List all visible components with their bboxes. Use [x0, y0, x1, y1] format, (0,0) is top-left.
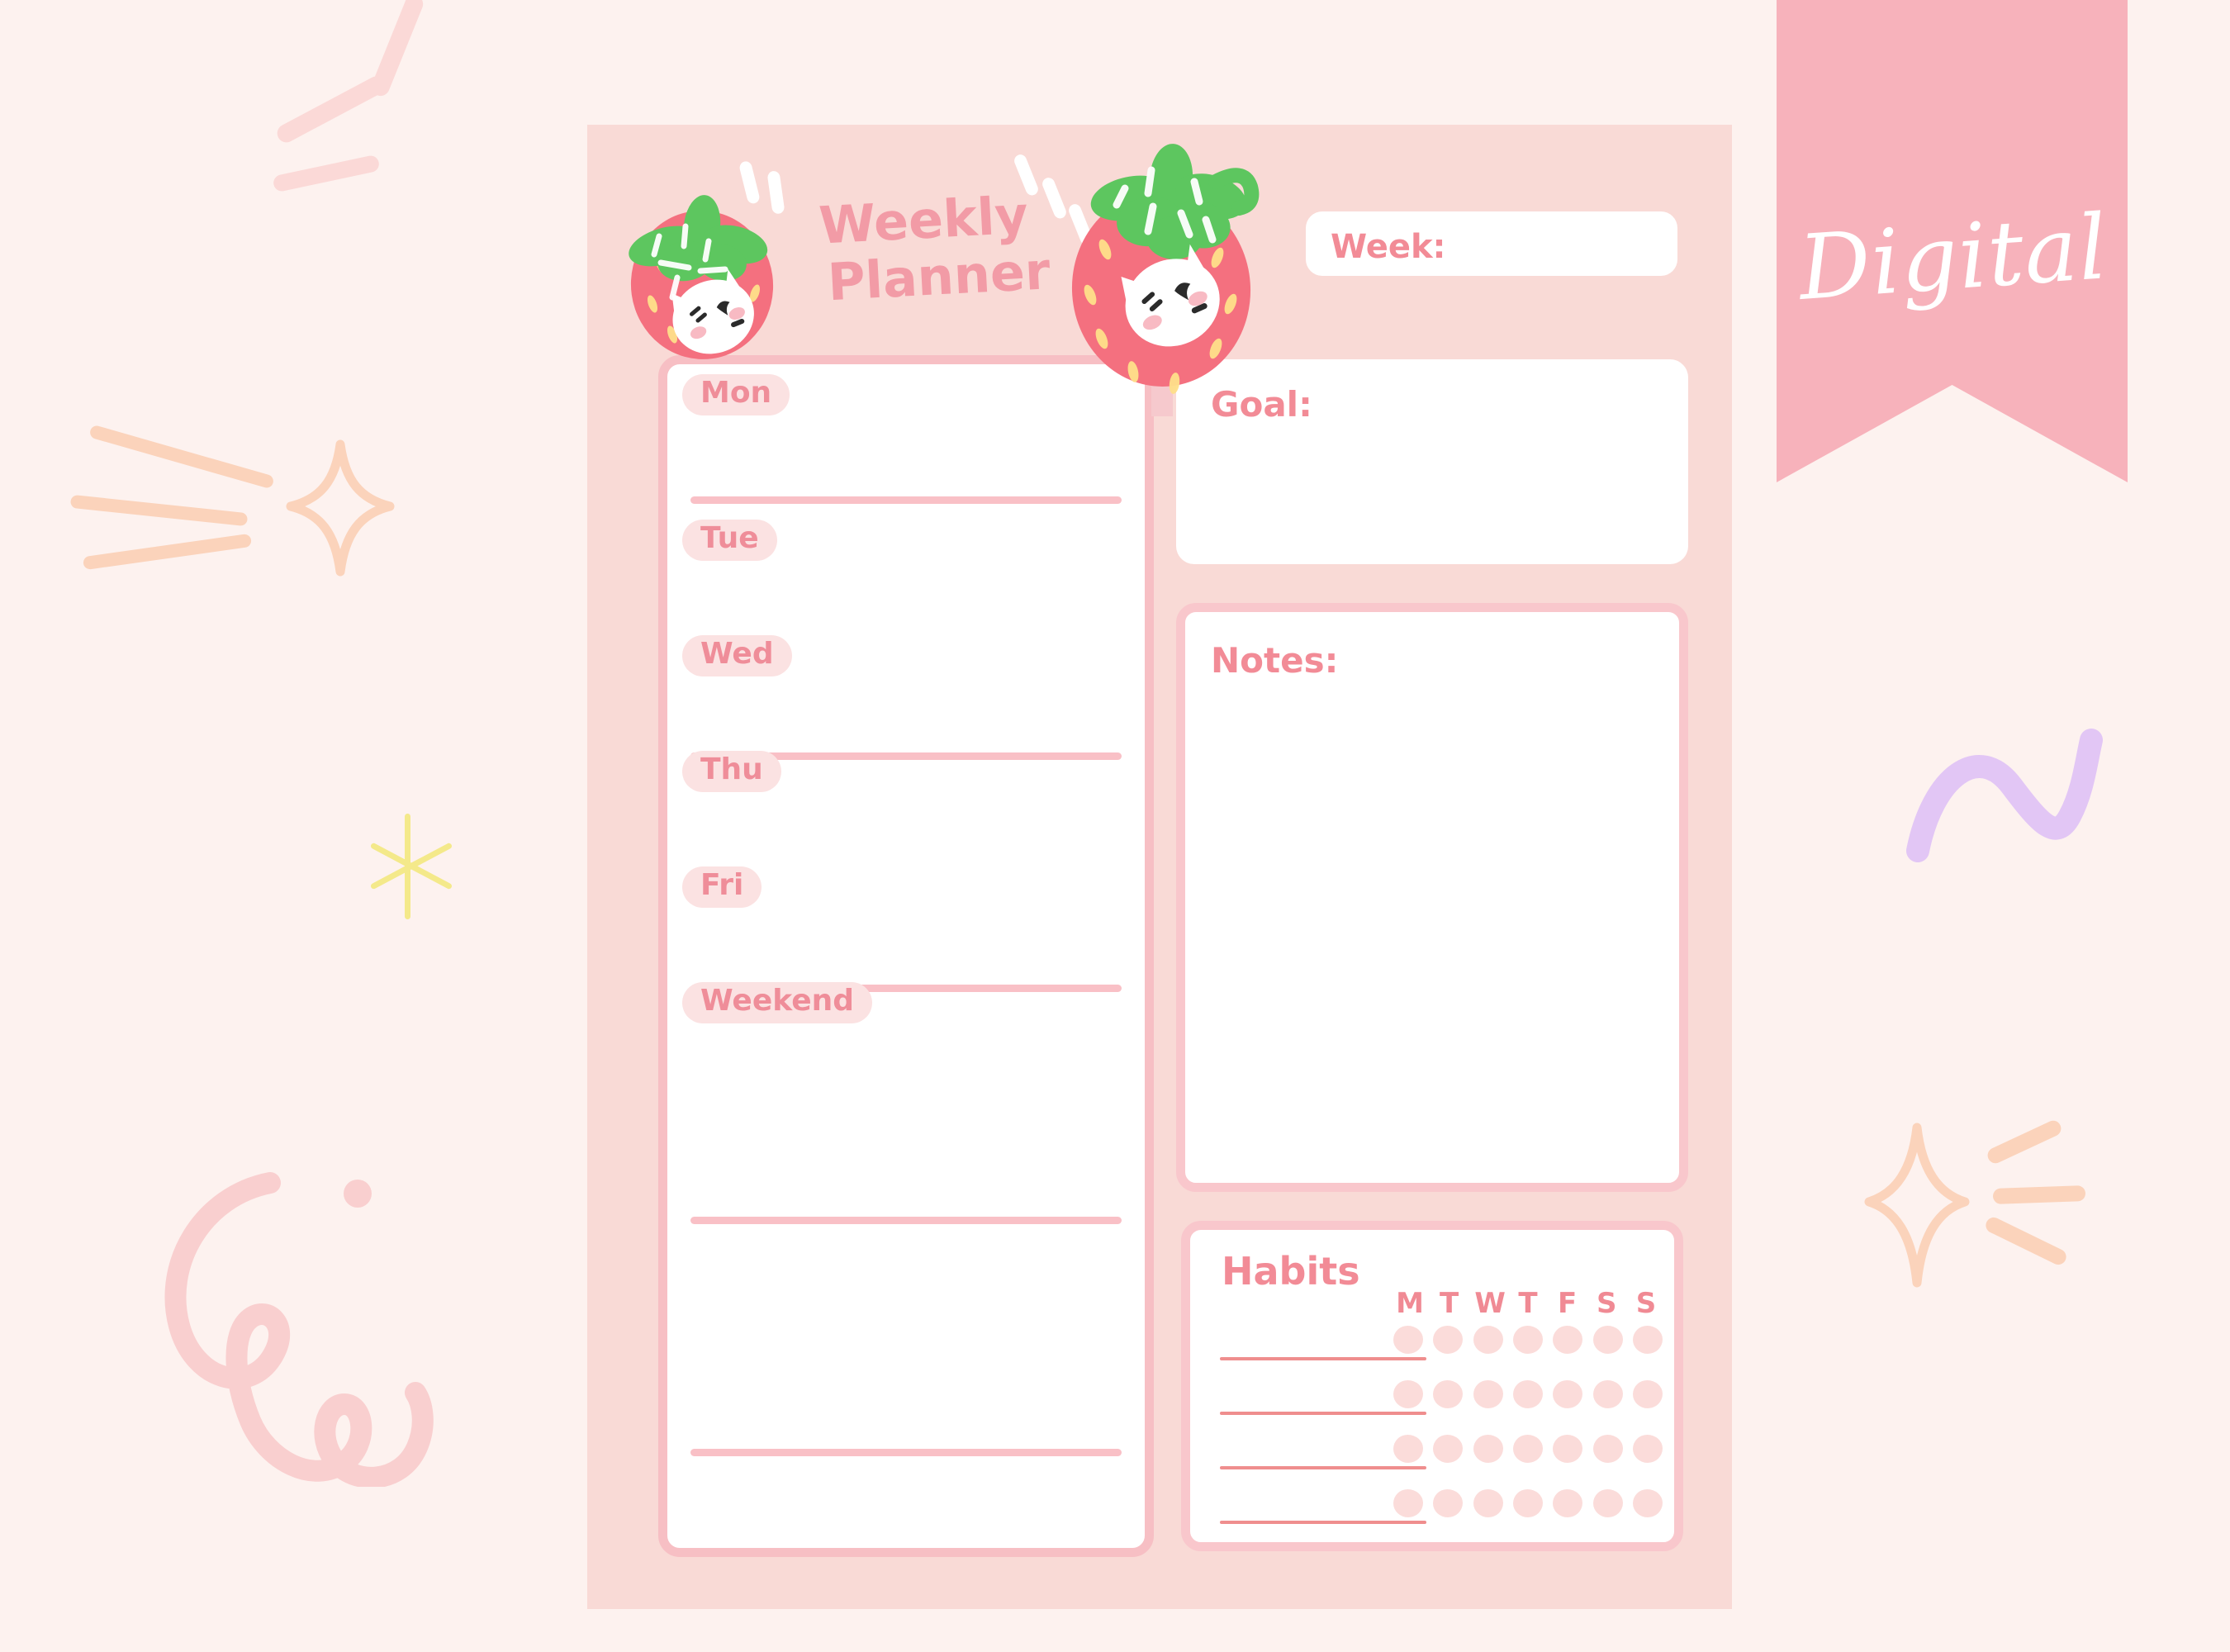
day-label-fri: Fri [682, 866, 762, 908]
habit-dot[interactable] [1433, 1435, 1464, 1463]
habit-dot[interactable] [1592, 1489, 1623, 1517]
speed-line-decoration [1983, 1214, 2069, 1268]
speed-line-decoration [1985, 1118, 2064, 1166]
habits-day-header: S [1597, 1287, 1617, 1320]
habits-day-header: S [1635, 1287, 1657, 1320]
week-label: Week: [1331, 228, 1446, 266]
day-slot[interactable]: Tue [667, 503, 1145, 760]
habit-name-line[interactable] [1220, 1412, 1426, 1415]
goal-label: Goal: [1211, 384, 1312, 425]
habit-dot[interactable] [1632, 1435, 1663, 1463]
habit-name-line[interactable] [1220, 1466, 1426, 1469]
habit-dot[interactable] [1473, 1489, 1503, 1517]
habit-dot[interactable] [1393, 1380, 1423, 1408]
habits-day-header: T [1440, 1287, 1459, 1320]
habit-dot[interactable] [1553, 1380, 1583, 1408]
page-title: Weekly Planner [757, 183, 1094, 316]
habit-dot[interactable] [1632, 1489, 1663, 1517]
planner-canvas: Digital Weekly Planner Week: Mon Tue Wed… [0, 0, 2230, 1652]
habit-dot[interactable] [1473, 1435, 1503, 1463]
habit-dot-row [1393, 1380, 1663, 1408]
habit-dot-row [1393, 1435, 1663, 1463]
habit-name-line[interactable] [1220, 1357, 1426, 1360]
habit-dot[interactable] [1632, 1380, 1663, 1408]
speed-line-decoration [1992, 1185, 2086, 1204]
habit-dot[interactable] [1632, 1326, 1663, 1354]
day-label-weekend: Weekend [682, 982, 873, 1023]
habit-dot[interactable] [1592, 1435, 1623, 1463]
swirl-doodle [164, 1172, 434, 1487]
sparkle-icon [1864, 1123, 1970, 1288]
habit-dot[interactable] [1433, 1380, 1464, 1408]
habit-dot[interactable] [1393, 1435, 1423, 1463]
days-column: Mon Tue Wed Thu Fri Weekend [658, 355, 1154, 1557]
habit-dot[interactable] [1393, 1489, 1423, 1517]
habit-dot[interactable] [1592, 1380, 1623, 1408]
habit-dot[interactable] [1553, 1489, 1583, 1517]
day-slot[interactable]: Weekend [667, 966, 1145, 1131]
day-separator [690, 1217, 1122, 1224]
habit-dot-row [1393, 1489, 1663, 1517]
habit-dot[interactable] [1592, 1326, 1623, 1354]
day-label-tue: Tue [682, 520, 777, 561]
day-label-thu: Thu [682, 751, 781, 792]
habit-dot[interactable] [1553, 1326, 1583, 1354]
habits-day-header: F [1558, 1287, 1578, 1320]
habit-name-line[interactable] [1220, 1521, 1426, 1524]
habit-dot[interactable] [1512, 1326, 1543, 1354]
day-slot[interactable]: Wed [667, 619, 1145, 992]
habit-dot[interactable] [1433, 1326, 1464, 1354]
habits-day-header: M [1396, 1287, 1424, 1320]
habits-title: Habits [1222, 1249, 1360, 1294]
notes-label: Notes: [1211, 640, 1339, 681]
day-separator [690, 1449, 1122, 1456]
day-slot[interactable]: Fri [667, 850, 1145, 1456]
day-slot[interactable]: Thu [667, 734, 1145, 1224]
speed-line-decoration [88, 424, 275, 490]
habit-dot[interactable] [1512, 1489, 1543, 1517]
star-icon [363, 814, 454, 921]
habits-day-header: W [1474, 1287, 1506, 1320]
notes-input[interactable] [1176, 603, 1688, 1192]
habit-dot[interactable] [1512, 1435, 1543, 1463]
day-label-wed: Wed [682, 635, 792, 676]
habits-day-headers: M T W T F S S [1396, 1287, 1660, 1320]
habit-dot[interactable] [1393, 1326, 1423, 1354]
habit-dot[interactable] [1512, 1380, 1543, 1408]
dash-decoration [272, 154, 381, 193]
habit-dot[interactable] [1433, 1489, 1464, 1517]
day-label-mon: Mon [682, 374, 790, 415]
day-slot[interactable]: Mon [667, 364, 1145, 504]
speed-line-decoration [69, 494, 249, 527]
squiggle-doodle [1906, 729, 2103, 862]
habit-dot[interactable] [1473, 1326, 1503, 1354]
habit-dot-row [1393, 1326, 1663, 1354]
habit-dot[interactable] [1553, 1435, 1583, 1463]
sparkle-icon [286, 439, 395, 577]
dash-decoration [273, 73, 389, 146]
habit-dot[interactable] [1473, 1380, 1503, 1408]
habits-day-header: T [1518, 1287, 1538, 1320]
speed-line-decoration [82, 533, 253, 571]
